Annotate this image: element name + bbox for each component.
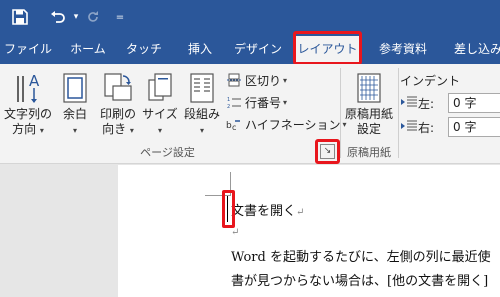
- indent-left-input[interactable]: 0 字: [448, 93, 500, 113]
- indent-right-input[interactable]: 0 字: [448, 117, 500, 137]
- layout-tab-highlight: [293, 31, 362, 65]
- document-heading-line[interactable]: 文書を開く↵: [231, 200, 304, 219]
- group-separator: [398, 68, 399, 158]
- genko-settings-button[interactable]: 原稿用紙 設定: [343, 68, 395, 137]
- customize-toolbar-icon[interactable]: =: [112, 6, 128, 28]
- breaks-button[interactable]: 区切り ▾: [226, 70, 287, 90]
- title-bar: ▾ =: [0, 0, 500, 34]
- hyphenation-icon: bc: [226, 116, 242, 132]
- genko-group-label: 原稿用紙: [347, 146, 391, 159]
- text-direction-icon: A: [12, 68, 44, 104]
- genko-label-1: 原稿用紙: [344, 107, 393, 121]
- indent-group-title: インデント: [400, 74, 461, 88]
- undo-dropdown-icon[interactable]: ▾: [70, 6, 82, 28]
- genko-label-2: 設定: [356, 122, 381, 136]
- indent-left-label: 左:: [418, 96, 435, 111]
- svg-text:c: c: [232, 123, 236, 131]
- document-heading: 文書を開く: [231, 204, 297, 219]
- ribbon-tab-bar: ファイル ホーム タッチ 挿入 デザイン レイアウト 参考資料 差し込み: [0, 34, 500, 64]
- paragraph-mark-icon: ↵: [231, 227, 240, 238]
- margins-icon: [62, 68, 88, 104]
- tab-file[interactable]: ファイル: [0, 34, 56, 64]
- launcher-highlight: [315, 139, 340, 164]
- tab-references[interactable]: 参考資料: [370, 34, 436, 64]
- chevron-down-icon: ▾: [72, 126, 77, 135]
- chevron-down-icon: ▾: [199, 126, 204, 135]
- tab-design[interactable]: デザイン: [228, 34, 288, 64]
- size-label: サイズ: [142, 107, 178, 121]
- line-numbers-label: 行番号: [245, 95, 282, 110]
- hyphenation-label: ハイフネーション: [245, 117, 341, 132]
- ribbon: A 文字列の 方向 ▾ 余白 ▾ 印刷の 向き ▾ サイズ ▾ 段組み ▾ 区切…: [0, 64, 500, 164]
- tab-touch[interactable]: タッチ: [118, 34, 170, 64]
- svg-text:1: 1: [227, 97, 230, 103]
- tab-mailings[interactable]: 差し込み: [448, 34, 500, 64]
- paper-size-icon: [147, 68, 173, 104]
- text-cursor: [227, 196, 228, 222]
- orientation-button[interactable]: 印刷の 向き ▾: [96, 68, 140, 138]
- undo-icon[interactable]: [46, 6, 70, 28]
- chevron-down-icon: ▾: [157, 126, 162, 135]
- line-numbers-icon: 12: [226, 94, 242, 110]
- orientation-icon: [103, 68, 133, 104]
- text-direction-label-2: 方向: [12, 122, 37, 136]
- chevron-down-icon: ▾: [129, 126, 134, 135]
- indent-right-label: 右:: [418, 120, 435, 135]
- chevron-down-icon: ▾: [283, 97, 288, 107]
- size-button[interactable]: サイズ ▾: [142, 68, 178, 138]
- save-icon[interactable]: [8, 6, 32, 28]
- columns-label: 段組み: [183, 107, 220, 121]
- text-direction-button[interactable]: A 文字列の 方向 ▾: [4, 68, 52, 138]
- chevron-down-icon: ▾: [39, 126, 44, 135]
- document-body-line[interactable]: 書が見つからない場合は、[他の文書を開く]: [231, 270, 488, 289]
- orientation-label-2: 向き: [102, 122, 127, 136]
- tab-home[interactable]: ホーム: [62, 34, 114, 64]
- hyphenation-button[interactable]: bc ハイフネーション ▾: [226, 114, 347, 134]
- indent-right-icon: [400, 119, 418, 136]
- indent-right-row: 右: 0 字: [400, 116, 500, 138]
- svg-text:A: A: [29, 72, 40, 90]
- margins-button[interactable]: 余白 ▾: [58, 68, 92, 138]
- line-numbers-button[interactable]: 12 行番号 ▾: [226, 92, 287, 112]
- columns-icon: [189, 68, 215, 104]
- tab-insert[interactable]: 挿入: [178, 34, 222, 64]
- indent-left-row: 左: 0 字: [400, 92, 500, 114]
- orientation-label-1: 印刷の: [99, 107, 136, 121]
- page-setup-group-label: ページ設定: [140, 146, 195, 159]
- cursor-highlight: [222, 190, 235, 228]
- svg-text:2: 2: [227, 104, 230, 109]
- document-body-line[interactable]: Word を起動するたびに、左側の列に最近使: [231, 246, 491, 265]
- paragraph-mark-icon: ↵: [296, 207, 305, 218]
- redo-icon[interactable]: [82, 6, 104, 28]
- manuscript-paper-icon: [356, 68, 382, 104]
- chevron-down-icon: ▾: [283, 75, 288, 85]
- columns-button[interactable]: 段組み ▾: [182, 68, 222, 138]
- indent-left-icon: [400, 95, 418, 112]
- margins-label: 余白: [62, 107, 87, 121]
- text-direction-label-1: 文字列の: [4, 107, 53, 121]
- breaks-icon: [226, 72, 242, 88]
- breaks-label: 区切り: [245, 73, 282, 88]
